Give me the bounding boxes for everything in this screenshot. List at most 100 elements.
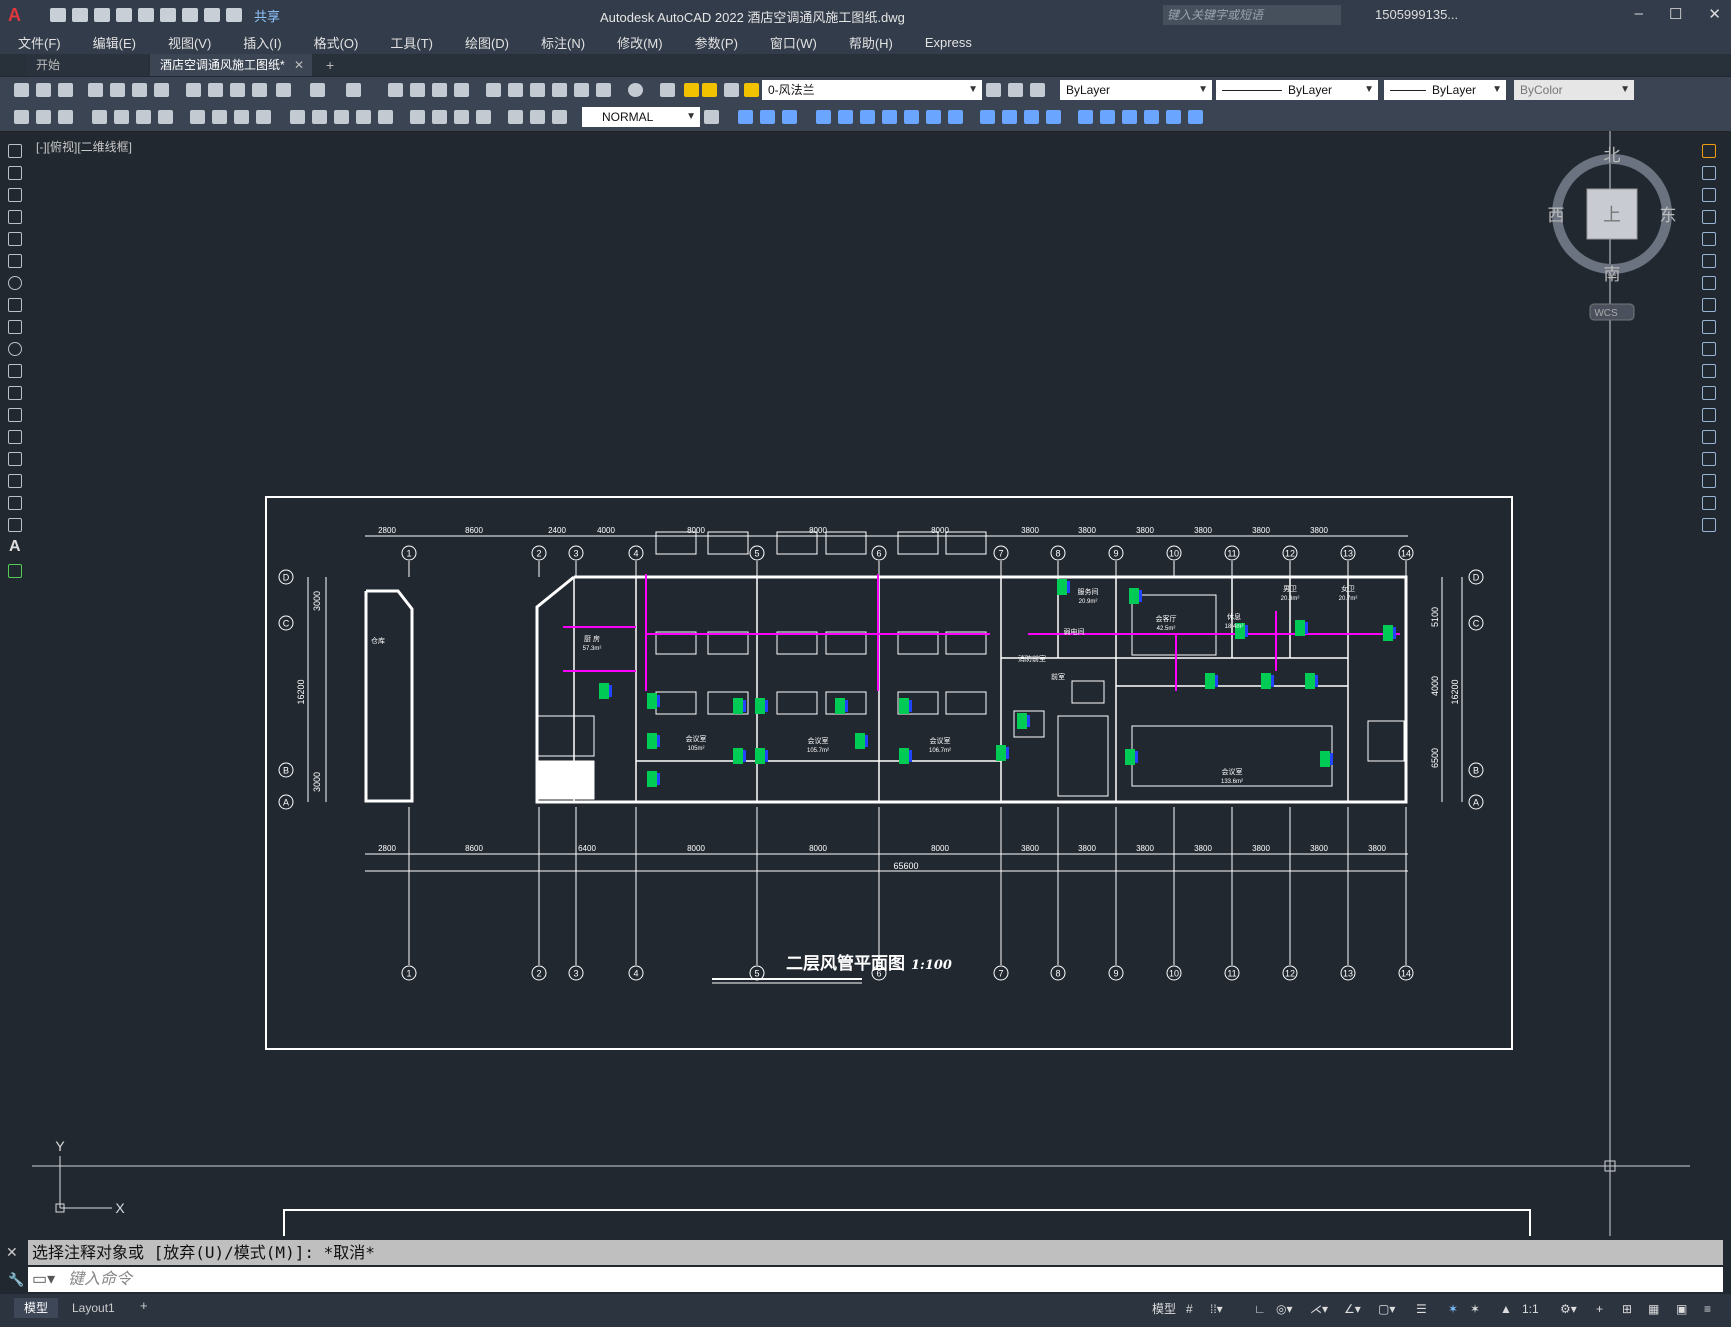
plot-preview-icon[interactable] — [110, 83, 125, 97]
draworder-icon[interactable] — [1100, 110, 1115, 124]
web-save-icon[interactable] — [160, 8, 176, 22]
3d-print-icon[interactable] — [154, 83, 169, 97]
layer-lock-icon[interactable] — [744, 83, 759, 97]
offset-icon[interactable] — [1702, 210, 1716, 224]
model-tab[interactable]: 模型 — [14, 1298, 59, 1318]
color-dropdown[interactable]: ByLayer ▼ — [1060, 80, 1212, 100]
command-close-icon[interactable]: ✕ — [6, 1244, 18, 1261]
menu-dimension[interactable]: 标注(N) — [541, 33, 585, 52]
autocad-logo-icon[interactable]: A — [8, 5, 36, 26]
menu-insert[interactable]: 插入(I) — [243, 33, 281, 52]
model-space-button[interactable]: 模型 — [1152, 1300, 1176, 1318]
menu-parametric[interactable]: 参数(P) — [695, 33, 738, 52]
mirror-icon[interactable] — [1702, 188, 1716, 202]
customize-icon[interactable]: 🔧 — [8, 1272, 24, 1288]
add-layout-button[interactable]: + — [140, 1298, 148, 1313]
quick-properties-icon[interactable]: ▦ — [1648, 1300, 1659, 1318]
close-icon[interactable]: ✕ — [1708, 5, 1721, 23]
menu-file[interactable]: 文件(F) — [18, 33, 61, 52]
properties-icon[interactable] — [486, 83, 501, 97]
fillet-icon[interactable] — [1702, 474, 1716, 488]
lineweight-dropdown[interactable]: ByLayer ▼ — [1384, 80, 1506, 100]
viewcube[interactable]: 上 北 南 西 东 WCS — [1548, 146, 1677, 321]
extend-icon[interactable] — [948, 110, 963, 124]
chamfer-icon[interactable] — [1702, 452, 1716, 466]
join-icon[interactable] — [1702, 430, 1716, 444]
maximize-icon[interactable]: ☐ — [1669, 5, 1682, 23]
design-center-icon[interactable] — [508, 83, 523, 97]
compass-west[interactable]: 西 — [1548, 206, 1565, 225]
lineweight-icon[interactable]: ▢▾ — [1378, 1300, 1395, 1318]
dimstyle-dropdown[interactable]: NORMAL ▼ — [582, 107, 700, 127]
annotation-scale-icon[interactable]: ▲ — [1500, 1300, 1512, 1318]
sheet-set-icon[interactable] — [552, 83, 567, 97]
plot-icon[interactable] — [88, 83, 103, 97]
join-icon[interactable] — [1002, 110, 1017, 124]
plus-icon[interactable]: + — [1596, 1300, 1603, 1318]
chamfer-icon[interactable] — [1024, 110, 1039, 124]
block-editor-icon[interactable] — [276, 83, 291, 97]
calculator-icon[interactable] — [596, 83, 611, 97]
menu-window[interactable]: 窗口(W) — [770, 33, 817, 52]
share-button[interactable]: 共享 — [254, 6, 280, 25]
compass-south[interactable]: 南 — [1604, 265, 1621, 284]
menu-help[interactable]: 帮助(H) — [849, 33, 893, 52]
menu-edit[interactable]: 编辑(E) — [93, 33, 136, 52]
rotate-icon[interactable] — [1702, 276, 1716, 290]
stretch-icon[interactable] — [1702, 320, 1716, 334]
center-mark-icon[interactable] — [432, 110, 447, 124]
user-account[interactable]: 1505999135... — [1375, 7, 1458, 22]
array-icon[interactable] — [816, 110, 831, 124]
offset-icon[interactable] — [782, 110, 797, 124]
osnap-icon[interactable]: ∠▾ — [1344, 1300, 1361, 1318]
minimize-icon[interactable]: – — [1635, 5, 1643, 23]
open-icon[interactable] — [72, 8, 88, 22]
publish-icon[interactable] — [132, 83, 147, 97]
clean-screen-icon[interactable]: ▣ — [1676, 1300, 1687, 1318]
menu-view[interactable]: 视图(V) — [168, 33, 211, 52]
dim-text-edit-icon[interactable] — [530, 110, 545, 124]
menu-express[interactable]: Express — [925, 35, 972, 50]
undo-icon[interactable] — [310, 83, 325, 97]
layer-previous-icon[interactable] — [1008, 83, 1023, 97]
save-icon[interactable] — [58, 83, 73, 97]
print-icon[interactable] — [182, 8, 198, 22]
aligned-dim-icon[interactable] — [114, 110, 129, 124]
auto-scale-icon[interactable]: ✶ — [1470, 1300, 1480, 1318]
layer-viewport-icon[interactable] — [724, 83, 739, 97]
new-icon[interactable] — [14, 83, 29, 97]
polar-icon[interactable]: ◎▾ — [1276, 1300, 1293, 1318]
plotstyle-dropdown[interactable]: ByColor ▼ — [1514, 80, 1634, 100]
zoom-realtime-icon[interactable] — [410, 83, 425, 97]
scale-icon[interactable] — [1702, 298, 1716, 312]
break-point-icon[interactable] — [1702, 386, 1716, 400]
snap-icon[interactable]: ⁞⁞▾ — [1210, 1300, 1223, 1318]
redo-icon[interactable] — [346, 83, 361, 97]
explode-icon[interactable] — [1078, 110, 1093, 124]
open-icon[interactable] — [36, 83, 51, 97]
blend-icon[interactable] — [1702, 496, 1716, 510]
angular-icon[interactable] — [256, 110, 271, 124]
copy-icon[interactable] — [208, 83, 223, 97]
customization-icon[interactable]: ≡ — [1704, 1300, 1711, 1318]
break-icon[interactable] — [1702, 408, 1716, 422]
help-icon[interactable] — [628, 83, 643, 97]
redo-icon[interactable] — [226, 8, 242, 22]
menu-draw[interactable]: 绘图(D) — [465, 33, 509, 52]
diameter-icon[interactable] — [234, 110, 249, 124]
osnap-tracking-icon[interactable]: ⋌▾ — [1310, 1300, 1328, 1318]
fillet-icon[interactable] — [1046, 110, 1061, 124]
extend-icon[interactable] — [1702, 364, 1716, 378]
jogged-linear-icon[interactable] — [476, 110, 491, 124]
baseline-icon[interactable] — [312, 110, 327, 124]
paste-icon[interactable] — [230, 83, 245, 97]
layer-freeze-icon[interactable] — [702, 83, 717, 97]
make-current-layer-icon[interactable] — [986, 83, 1001, 97]
menu-tools[interactable]: 工具(T) — [390, 33, 433, 52]
layer-properties-icon[interactable] — [660, 83, 675, 97]
arc-length-icon[interactable] — [136, 110, 151, 124]
tab-drawing[interactable]: 酒店空调通风施工图纸* ✕ — [150, 54, 312, 76]
pan-icon[interactable] — [388, 83, 403, 97]
zoom-previous-icon[interactable] — [454, 83, 469, 97]
grid-icon[interactable]: # — [1186, 1300, 1193, 1318]
